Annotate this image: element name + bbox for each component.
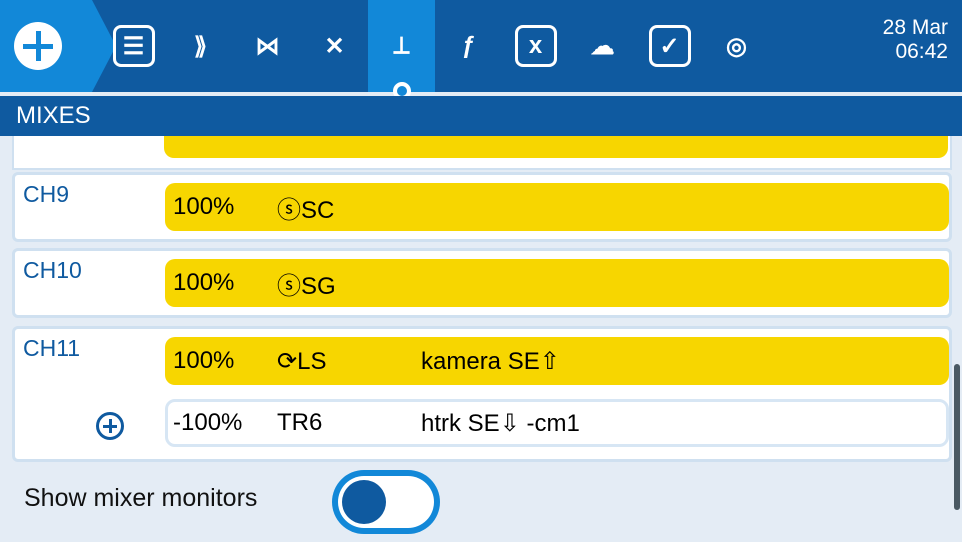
tab-telemetry[interactable]: ✓ [636,0,703,92]
tab-special-functions[interactable]: ☁ [569,0,636,92]
tab-model-setup[interactable]: ☰ [100,0,167,92]
channel-label: CH9 [23,181,70,207]
toggle-knob [342,480,386,524]
tab-logical-switches[interactable]: x [502,0,569,92]
channel-label: CH11 [23,335,81,361]
tab-mixes[interactable]: ⋈ [234,0,301,92]
mix-source: ⓢSC [277,196,335,224]
scrollbar[interactable] [954,364,960,510]
page-title: MIXES [0,96,962,136]
tab-gvars[interactable]: ƒ [435,0,502,92]
tab-curves[interactable]: ⟂ [368,0,435,100]
clock: 28 Mar 06:42 [883,16,948,64]
logical-switches-icon: x [514,25,557,67]
cloud-icon: ☁ [590,32,615,60]
tabs: ☰ ⟫ ⋈ ✕ ⟂ ƒ x ☁ ✓ ◎ [100,0,770,100]
curves-icon: ⟂ [393,32,410,59]
clock-date: 28 Mar [882,16,948,39]
clock-time: 06:42 [895,40,948,63]
mixes-icon: ⋈ [255,32,280,60]
mix-line[interactable]: 100% ⓢSC [165,183,949,231]
add-icon [14,22,62,70]
mix-line[interactable]: -100% TR6 htrk SE⇩ -cm1 [165,399,949,447]
table-row[interactable]: CH9 100% ⓢSC [12,172,952,242]
mix-weight: -100% [173,409,243,436]
show-monitors-label: Show mixer monitors [24,484,258,512]
tab-inputs[interactable]: ⟫ [167,0,234,92]
mix-list: CH9 100% ⓢSC CH10 100% ⓢSG CH11 100% ⟳LS… [0,136,962,542]
mix-name: kamera SE⇧ [421,347,560,375]
gvars-icon: ƒ [461,32,476,59]
table-row[interactable]: CH10 100% ⓢSG [12,248,952,318]
tab-wifi[interactable]: ◎ [703,0,770,92]
outputs-icon: ✕ [324,32,345,60]
mix-source: ⟳LS [277,347,327,375]
mix-weight: 100% [173,193,235,220]
add-line-icon[interactable] [96,412,124,440]
home-button[interactable] [0,0,116,92]
inputs-icon: ⟫ [193,32,208,60]
check-icon: ✓ [648,25,691,67]
top-bar: ☰ ⟫ ⋈ ✕ ⟂ ƒ x ☁ ✓ ◎ 28 Mar 06:42 [0,0,962,100]
mix-weight: 100% [173,269,235,296]
wifi-icon: ◎ [726,32,747,60]
mix-line[interactable]: 100% ⟳LS kamera SE⇧ [165,337,949,385]
mix-source: TR6 [277,409,323,436]
channel-label: CH10 [23,257,82,283]
mix-name: htrk SE⇩ -cm1 [421,409,580,437]
show-monitors-toggle[interactable] [332,470,440,534]
mix-line[interactable]: 100% ⓢSG [165,259,949,307]
list-icon: ☰ [112,25,155,67]
tab-outputs[interactable]: ✕ [301,0,368,92]
mix-weight: 100% [173,347,235,374]
mix-source: ⓢSG [277,272,336,300]
previous-row [12,136,952,170]
table-row[interactable]: CH11 100% ⟳LS kamera SE⇧ -100% TR6 htrk … [12,326,952,462]
